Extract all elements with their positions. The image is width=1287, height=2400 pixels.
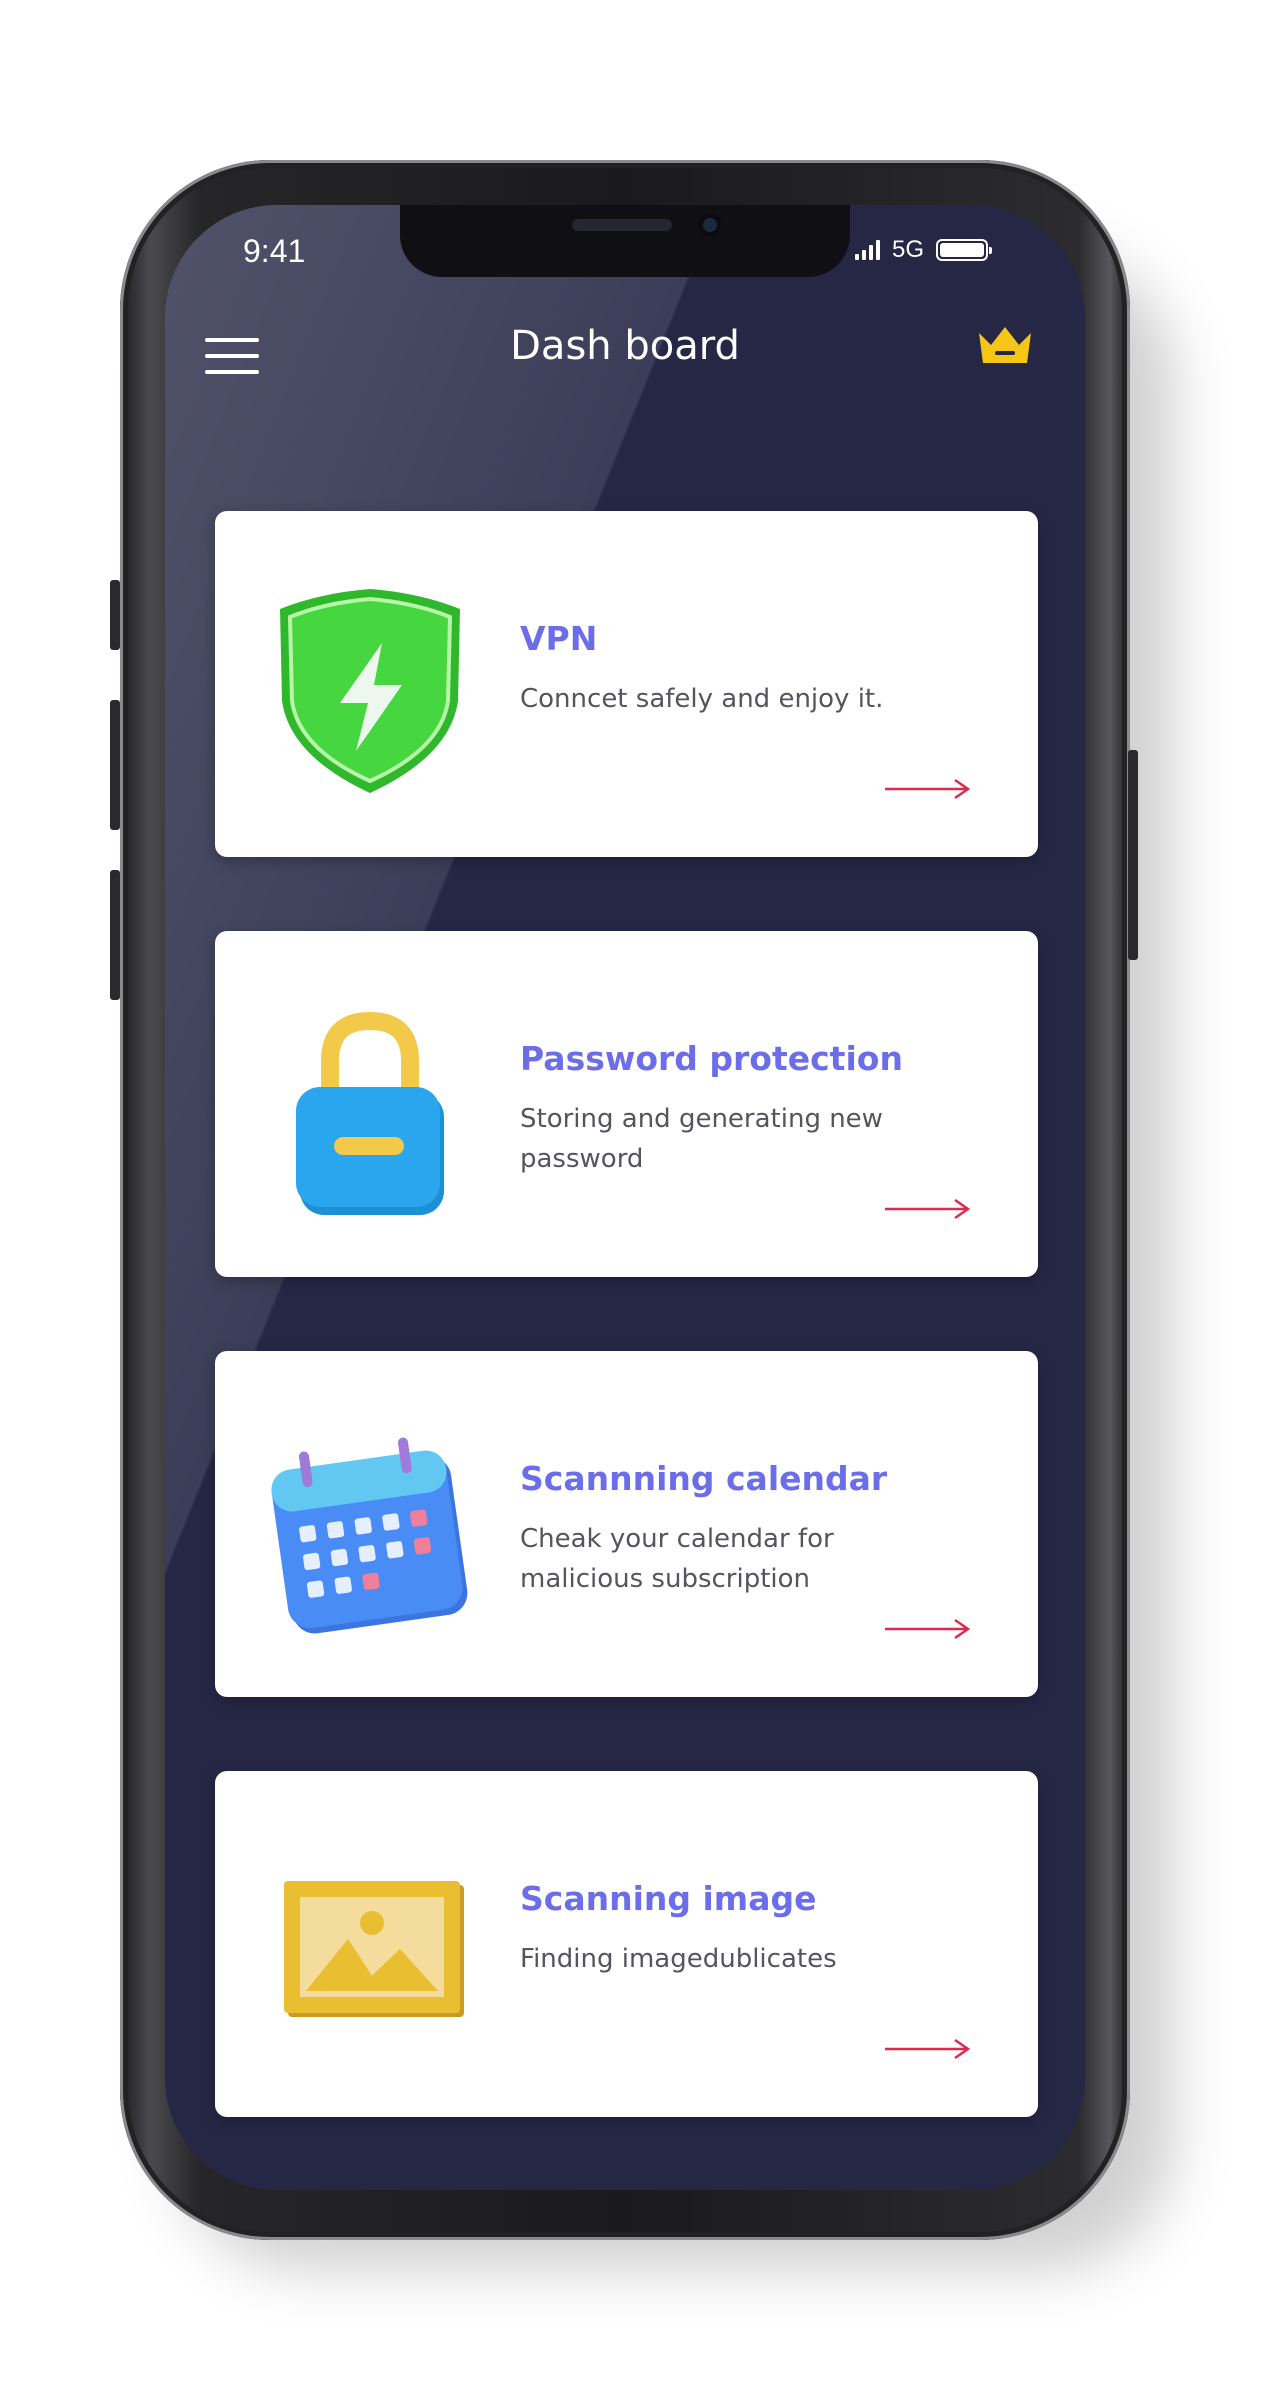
arrow-right-icon[interactable] [883, 2037, 971, 2061]
card-description: Cheak your calendar for malicious subscr… [520, 1524, 834, 1594]
network-type: 5G [892, 236, 925, 263]
calendar-icon [271, 1437, 468, 1634]
arrow-right-icon[interactable] [883, 1197, 971, 1221]
card-description: Conncet safely and enjoy it. [520, 684, 884, 714]
volume-up-button [110, 700, 120, 830]
status-time: 9:41 [243, 233, 306, 269]
mute-switch [110, 580, 120, 650]
scanning-calendar-card[interactable]: Scannning calendar Cheak your calendar f… [215, 1351, 1038, 1697]
card-title: Scanning image [520, 1879, 817, 1918]
arrow-right-icon[interactable] [883, 777, 971, 801]
card-description: Finding imagedublicates [520, 1944, 837, 1974]
crown-icon[interactable] [975, 323, 1035, 367]
card-title: Scannning calendar [520, 1459, 888, 1498]
battery-icon [936, 239, 993, 261]
padlock-icon [296, 1011, 444, 1215]
shield-lightning-icon [280, 589, 460, 793]
arrow-right-icon[interactable] [883, 1617, 971, 1641]
card-title: VPN [520, 619, 598, 658]
front-camera [698, 213, 722, 237]
speaker-grille [572, 219, 672, 231]
card-title: Password protection [520, 1039, 903, 1078]
vpn-card[interactable]: VPN Conncet safely and enjoy it. [215, 511, 1038, 857]
screen: 9:41 5G Dash board VPN Conncet safely an… [165, 205, 1085, 2190]
card-description: Storing and generating new password [520, 1104, 883, 1174]
volume-down-button [110, 870, 120, 1000]
status-indicators: 5G [855, 235, 993, 265]
signal-icon [855, 240, 880, 260]
notch [400, 205, 850, 277]
image-icon [284, 1881, 464, 2017]
page-title: Dash board [510, 323, 740, 369]
power-button [1128, 750, 1138, 960]
password-protection-card[interactable]: Password protection Storing and generati… [215, 931, 1038, 1277]
scanning-image-card[interactable]: Scanning image Finding imagedublicates [215, 1771, 1038, 2117]
